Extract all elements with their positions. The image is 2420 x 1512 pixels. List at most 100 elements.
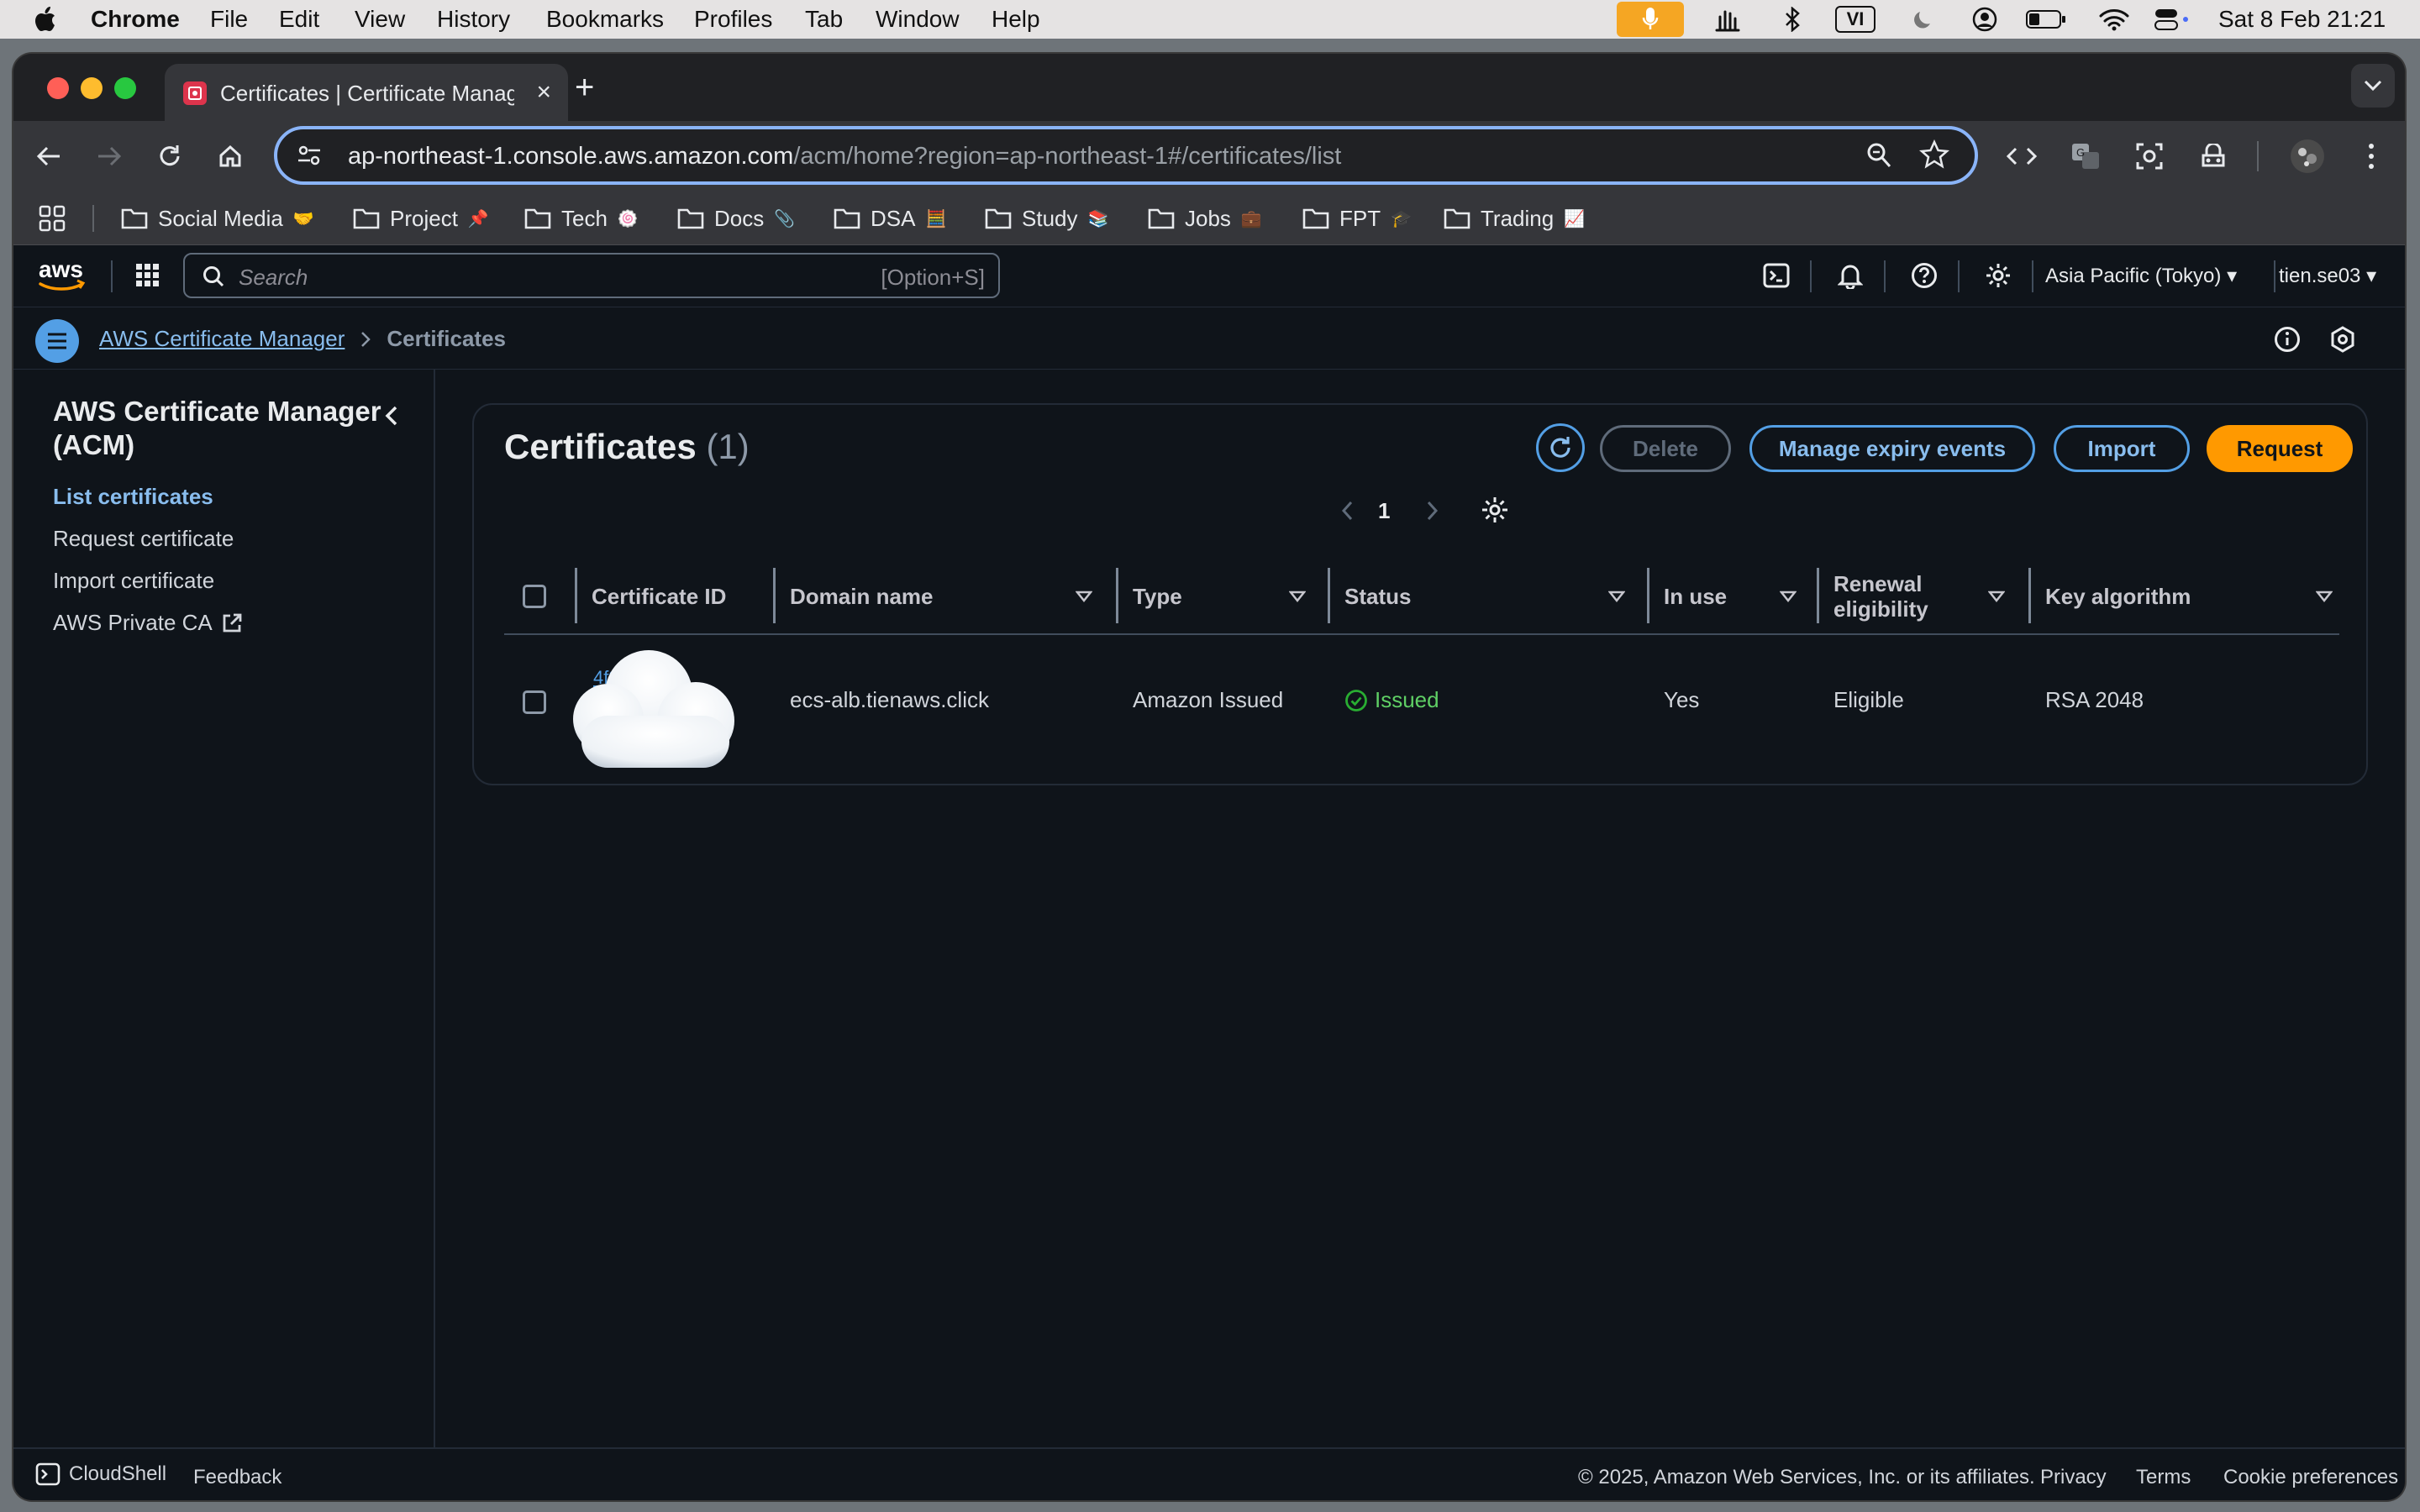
bluetooth-icon[interactable] xyxy=(1780,6,1805,33)
column-header-renewal-eligibility[interactable]: Renewal eligibility xyxy=(1833,564,1960,628)
input-source-indicator[interactable]: VI xyxy=(1835,6,1876,33)
menu-app-name[interactable]: Chrome xyxy=(91,6,180,33)
request-button[interactable]: Request xyxy=(2207,425,2353,472)
cloudshell-footer-button[interactable]: CloudShell xyxy=(35,1462,166,1486)
help-icon[interactable] xyxy=(1907,259,1941,292)
bookmark-folder-fpt[interactable]: FPT 🎓 xyxy=(1302,203,1412,234)
address-bar[interactable]: ap-northeast-1.console.aws.amazon.com/ac… xyxy=(274,126,1978,185)
close-tab-icon[interactable]: × xyxy=(536,80,551,105)
chrome-menu-icon[interactable] xyxy=(2351,136,2391,176)
bookmark-folder-study[interactable]: Study 📚 xyxy=(985,203,1108,234)
sort-down-icon[interactable] xyxy=(1780,564,1797,628)
microphone-icon[interactable] xyxy=(1617,2,1684,37)
sort-down-icon[interactable] xyxy=(1289,564,1306,628)
extensions-puzzle-icon[interactable] xyxy=(2193,136,2233,176)
minimize-window-button[interactable] xyxy=(81,77,103,99)
bookmark-folder-project[interactable]: Project 📌 xyxy=(353,203,489,234)
sidebar-item-aws-private-ca[interactable]: AWS Private CA xyxy=(53,610,243,636)
info-icon[interactable] xyxy=(2274,326,2301,353)
menu-window[interactable]: Window xyxy=(876,6,960,33)
current-page-number[interactable]: 1 xyxy=(1378,498,1390,524)
column-header-in-use[interactable]: In use xyxy=(1664,564,1781,628)
aws-logo[interactable]: aws xyxy=(37,255,87,294)
home-icon[interactable] xyxy=(210,136,250,176)
sort-down-icon[interactable] xyxy=(1076,564,1092,628)
terms-link[interactable]: Terms xyxy=(2136,1466,2191,1489)
column-label: Renewal eligibility xyxy=(1833,571,1928,622)
table-preferences-gear-icon[interactable] xyxy=(1481,496,1509,524)
refresh-button[interactable] xyxy=(1536,423,1585,472)
bookmark-folder-social-media[interactable]: Social Media 🤝 xyxy=(121,203,314,234)
sidebar-item-list-certificates[interactable]: List certificates xyxy=(53,484,213,510)
bookmark-folder-dsa[interactable]: DSA 🧮 xyxy=(834,203,946,234)
tab-certificates[interactable]: Certificates | Certificate Manager × xyxy=(165,64,568,121)
battery-icon[interactable] xyxy=(2025,6,2067,33)
zoom-window-button[interactable] xyxy=(114,77,136,99)
apps-grid-icon[interactable] xyxy=(39,203,66,234)
breadcrumb-service-link[interactable]: AWS Certificate Manager xyxy=(99,326,345,352)
region-selector[interactable]: Asia Pacific (Tokyo) ▾ xyxy=(2045,264,2237,288)
delete-button[interactable]: Delete xyxy=(1600,425,1731,472)
feedback-link[interactable]: Feedback xyxy=(193,1466,281,1489)
sort-down-icon[interactable] xyxy=(1608,564,1625,628)
notifications-bell-icon[interactable] xyxy=(1833,259,1867,292)
back-icon[interactable] xyxy=(29,136,69,176)
bookmark-folder-tech[interactable]: Tech 🍥 xyxy=(524,203,639,234)
column-header-type[interactable]: Type xyxy=(1133,564,1301,628)
apple-icon[interactable] xyxy=(30,6,59,33)
collapse-sidebar-icon[interactable] xyxy=(383,405,400,427)
control-center-icon[interactable] xyxy=(2153,6,2190,33)
sidebar-item-import-certificate[interactable]: Import certificate xyxy=(53,568,214,594)
moon-icon[interactable] xyxy=(1911,6,1938,33)
menu-help[interactable]: Help xyxy=(992,6,1040,33)
sidebar-item-request-certificate[interactable]: Request certificate xyxy=(53,526,234,552)
select-all-checkbox[interactable] xyxy=(523,585,546,608)
zoom-icon[interactable] xyxy=(1865,141,1892,170)
hex-settings-icon[interactable] xyxy=(2329,326,2356,353)
menu-tab[interactable]: Tab xyxy=(805,6,843,33)
reload-icon[interactable] xyxy=(150,136,190,176)
menu-edit[interactable]: Edit xyxy=(279,6,319,33)
bookmark-folder-trading[interactable]: Trading 📈 xyxy=(1444,203,1585,234)
profile-avatar[interactable] xyxy=(2287,136,2328,176)
cookie-preferences-link[interactable]: Cookie preferences xyxy=(2223,1466,2398,1489)
sort-down-icon[interactable] xyxy=(1988,564,2005,628)
navigation-menu-button[interactable] xyxy=(35,319,79,363)
menu-bookmarks[interactable]: Bookmarks xyxy=(546,6,664,33)
menubar-clock[interactable]: Sat 8 Feb 21:21 xyxy=(2218,6,2386,33)
sort-down-icon[interactable] xyxy=(2316,564,2333,628)
row-select-checkbox[interactable] xyxy=(523,690,546,714)
services-grid-icon[interactable] xyxy=(131,259,165,292)
bookmark-star-icon[interactable] xyxy=(1919,139,1949,170)
previous-page-icon[interactable] xyxy=(1339,499,1356,522)
column-header-key-algorithm[interactable]: Key algorithm xyxy=(2045,564,2264,628)
hand-pointer-icon[interactable] xyxy=(1711,6,1744,33)
next-page-icon[interactable] xyxy=(1423,499,1440,522)
manage-expiry-events-button[interactable]: Manage expiry events xyxy=(1749,425,2035,472)
menu-view[interactable]: View xyxy=(355,6,405,33)
column-header-status[interactable]: Status xyxy=(1344,564,1597,628)
site-info-icon[interactable] xyxy=(292,141,326,170)
import-button[interactable]: Import xyxy=(2054,425,2190,472)
bookmark-folder-jobs[interactable]: Jobs 💼 xyxy=(1148,203,1262,234)
cloudshell-icon[interactable] xyxy=(1760,259,1793,292)
close-window-button[interactable] xyxy=(47,77,69,99)
bookmark-folder-docs[interactable]: Docs 📎 xyxy=(677,203,795,234)
menu-file[interactable]: File xyxy=(210,6,248,33)
screenshot-extension-icon[interactable] xyxy=(2129,136,2170,176)
new-tab-button[interactable]: + xyxy=(575,71,594,104)
user-account-icon[interactable] xyxy=(1970,6,2000,33)
column-header-domain-name[interactable]: Domain name xyxy=(790,564,1092,628)
developer-tools-icon[interactable] xyxy=(2002,136,2042,176)
translate-icon[interactable]: G xyxy=(2065,136,2106,176)
column-header-certificate-id[interactable]: Certificate ID xyxy=(592,564,760,628)
wifi-icon[interactable] xyxy=(2097,6,2131,33)
account-menu[interactable]: tien.se03 ▾ xyxy=(2279,264,2376,288)
privacy-link[interactable]: Privacy xyxy=(2040,1466,2107,1489)
menu-history[interactable]: History xyxy=(437,6,510,33)
settings-gear-icon[interactable] xyxy=(1981,259,2015,292)
aws-search-bar[interactable]: Search [Option+S] xyxy=(183,253,1000,298)
tab-search-button[interactable] xyxy=(2351,64,2395,108)
forward-icon[interactable] xyxy=(89,136,129,176)
menu-profiles[interactable]: Profiles xyxy=(694,6,772,33)
